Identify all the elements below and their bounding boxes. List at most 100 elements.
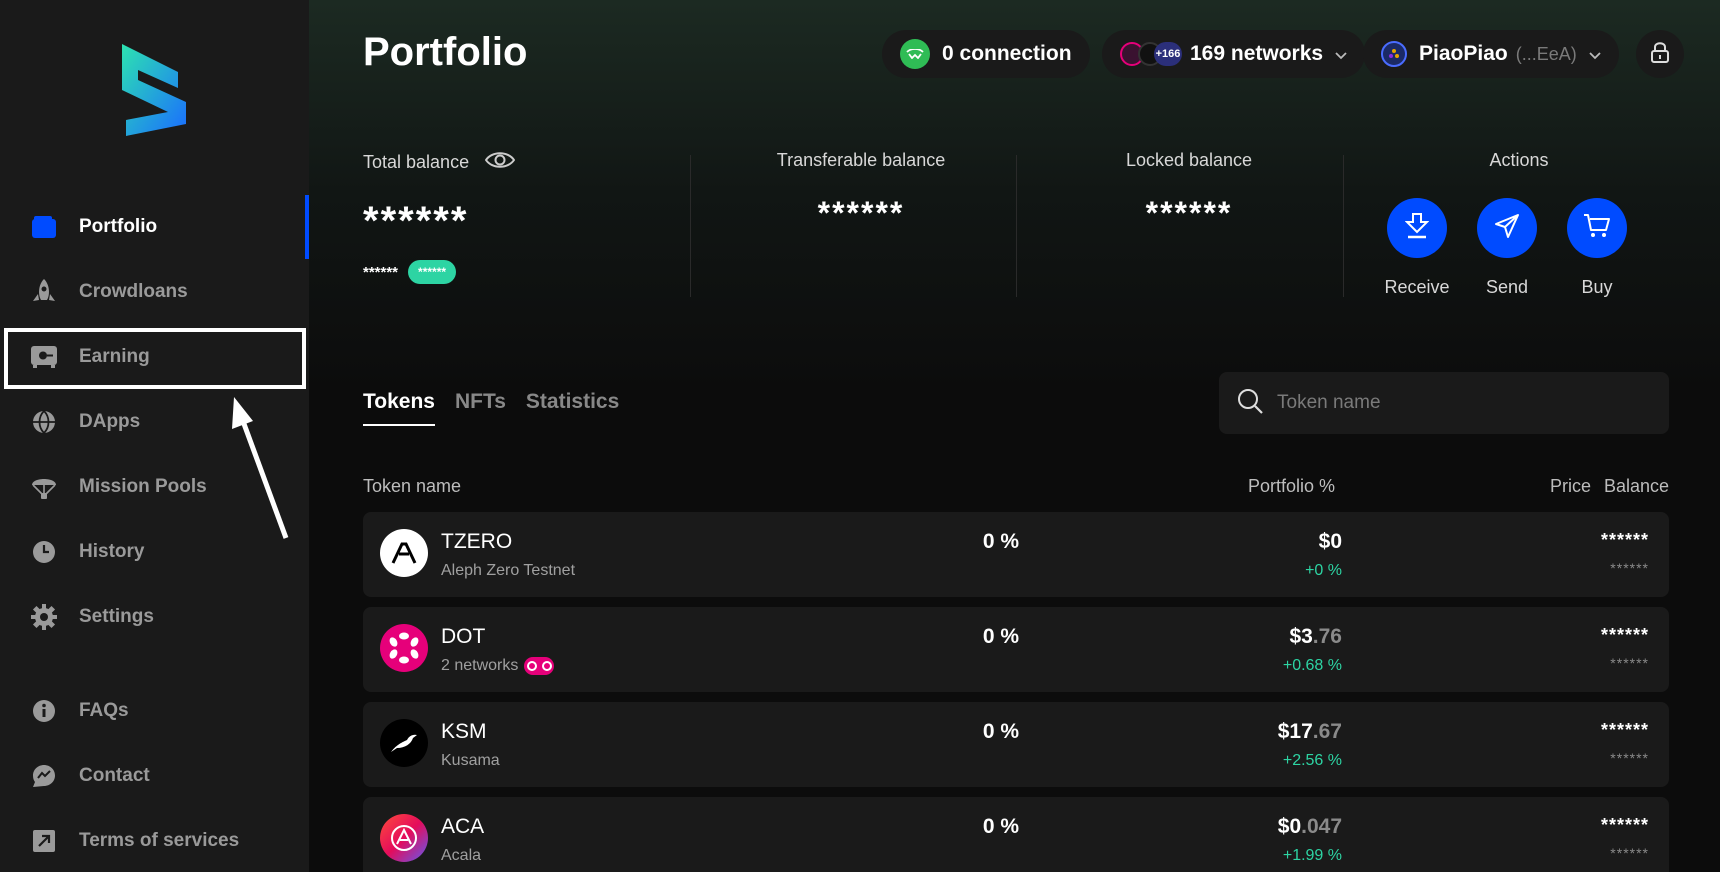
token-network: Acala (441, 847, 481, 865)
transferable-balance-label: Transferable balance (776, 150, 946, 170)
price-int: $0 (1318, 530, 1342, 553)
aleph-zero-icon (380, 529, 428, 577)
token-balance: ****** (1600, 720, 1649, 740)
search-bar (1219, 372, 1669, 434)
column-header-balance: Balance (1603, 476, 1669, 496)
clock-icon (30, 538, 58, 566)
tab-nfts[interactable]: NFTs (455, 390, 506, 426)
kusama-icon (380, 719, 428, 767)
sidebar-item-crowdloans[interactable]: Crowdloans (0, 260, 309, 324)
network-badges-icon (524, 657, 555, 675)
total-balance-sub: ****** (363, 263, 399, 281)
wallet-icon (30, 213, 58, 241)
networks-badge: +166 (1154, 42, 1182, 66)
buy-button[interactable] (1567, 198, 1627, 258)
total-balance-value: ****** (363, 199, 469, 243)
parachute-icon (30, 473, 58, 501)
search-input[interactable] (1277, 392, 1657, 414)
transferable-balance-section: Transferable balance ****** (711, 150, 1011, 300)
sidebar-item-label: Terms of services (79, 830, 240, 851)
token-balance-value: ****** (1610, 845, 1649, 861)
buy-label: Buy (1581, 277, 1613, 297)
send-label: Send (1485, 277, 1529, 297)
token-balance-value: ****** (1610, 655, 1649, 671)
receive-button[interactable] (1387, 198, 1447, 258)
account-address: (...EeA) (1515, 43, 1577, 64)
search-icon (1237, 388, 1263, 419)
token-network-label: Aleph Zero Testnet (441, 562, 576, 579)
token-price: $17.67 (1278, 720, 1342, 744)
networks-button[interactable]: +166 169 networks (1102, 30, 1366, 78)
column-header-token: Token name (363, 476, 462, 496)
account-name: PiaoPiao (1419, 42, 1508, 65)
external-link-icon (30, 827, 58, 855)
total-balance-section: Total balance ****** ****** ****** (363, 150, 516, 300)
locked-balance-section: Locked balance ****** (1039, 150, 1339, 300)
tab-tokens[interactable]: Tokens (363, 390, 435, 426)
gear-icon (30, 603, 58, 631)
sidebar-item-label: Crowdloans (79, 281, 188, 302)
token-change: +0.68 % (1282, 657, 1342, 674)
sidebar: Portfolio Crowdloans Earning DApps Missi… (0, 0, 309, 872)
sidebar-item-settings[interactable]: Settings (0, 585, 309, 649)
highlight-box (4, 328, 306, 389)
globe-icon (30, 408, 58, 436)
send-button[interactable] (1477, 198, 1537, 258)
acala-icon (380, 814, 428, 862)
chevron-down-icon (1335, 42, 1347, 66)
receive-label: Receive (1384, 277, 1450, 297)
sidebar-item-faqs[interactable]: FAQs (0, 679, 309, 743)
sidebar-item-label: Portfolio (79, 216, 158, 237)
token-symbol: ACA (441, 815, 485, 838)
token-row-dot[interactable]: DOT 2 networks 0 % $3.76 +0.68 % ****** … (363, 607, 1669, 692)
column-header-portfolio: Portfolio % (1247, 476, 1335, 496)
divider (1343, 155, 1344, 297)
price-dec: .67 (1312, 720, 1342, 743)
eye-icon[interactable] (484, 150, 516, 175)
token-row-tzero[interactable]: TZERO Aleph Zero Testnet 0 % $0 +0 % ***… (363, 512, 1669, 597)
token-balance: ****** (1600, 815, 1649, 835)
connection-button[interactable]: 0 connection (882, 30, 1090, 78)
token-network-label: 2 networks (441, 657, 519, 674)
sidebar-item-label: Mission Pools (79, 476, 207, 497)
lock-icon (1651, 41, 1669, 68)
sidebar-item-terms[interactable]: Terms of services (0, 809, 309, 872)
lock-button[interactable] (1636, 30, 1684, 78)
subwallet-logo (122, 44, 186, 136)
token-network: 2 networks (441, 657, 555, 675)
sidebar-item-label: History (79, 541, 145, 562)
price-dec: .047 (1301, 815, 1342, 838)
account-avatar (1381, 41, 1407, 67)
token-row-ksm[interactable]: KSM Kusama 0 % $17.67 +2.56 % ****** ***… (363, 702, 1669, 787)
receive-icon (1404, 212, 1430, 244)
rocket-icon (30, 278, 58, 306)
annotation-arrow (232, 397, 289, 539)
token-change: +0 % (1305, 562, 1342, 579)
token-change: +1.99 % (1282, 847, 1342, 864)
sidebar-item-label: Settings (79, 606, 154, 627)
token-balance-value: ****** (1610, 560, 1649, 576)
connection-label: 0 connection (942, 42, 1072, 65)
page-title: Portfolio (363, 30, 528, 74)
divider (1016, 155, 1017, 297)
tab-statistics[interactable]: Statistics (526, 390, 619, 426)
price-int: $0 (1277, 815, 1302, 838)
network-stack-icon: +166 (1120, 40, 1182, 68)
chat-icon (30, 762, 58, 790)
sidebar-item-portfolio[interactable]: Portfolio (0, 195, 309, 259)
polkadot-icon (380, 624, 428, 672)
total-balance-label: Total balance (363, 152, 470, 172)
token-change: +2.56 % (1282, 752, 1342, 769)
transferable-balance-value: ****** (817, 195, 905, 231)
token-symbol: KSM (441, 720, 487, 743)
token-row-aca[interactable]: ACA Acala 0 % $0.047 +1.99 % ****** ****… (363, 797, 1669, 872)
sidebar-item-contact[interactable]: Contact (0, 744, 309, 808)
tab-bar: Tokens NFTs Statistics (363, 390, 619, 426)
price-dec: .76 (1312, 625, 1342, 648)
main-content: Portfolio 0 connection +166 169 networks… (309, 0, 1720, 872)
sidebar-item-label: Contact (79, 765, 150, 786)
chevron-down-icon (1589, 42, 1601, 66)
column-header-price: Price (1549, 476, 1591, 496)
account-selector[interactable]: PiaoPiao (...EeA) (1363, 30, 1619, 78)
price-int: $17 (1277, 720, 1313, 743)
